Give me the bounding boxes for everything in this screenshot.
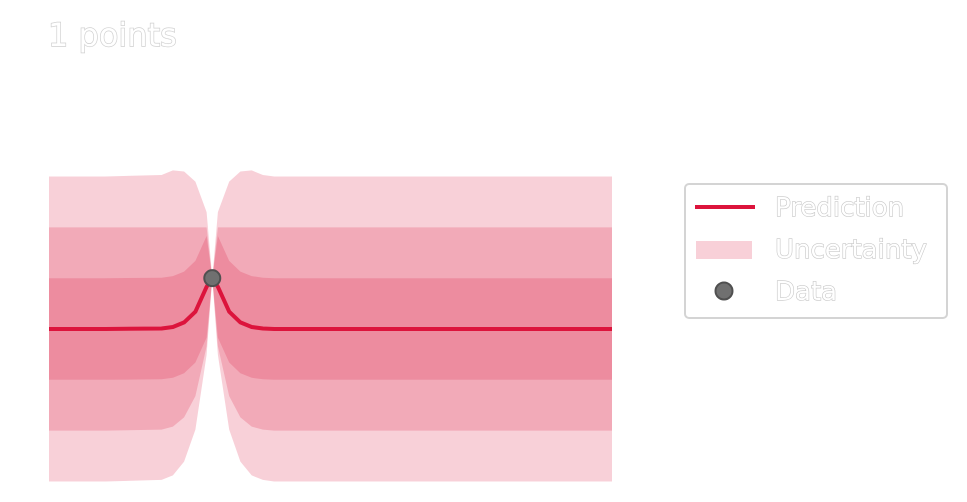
- plot-area: [49, 170, 612, 482]
- legend-uncertainty-label: Uncertainty: [775, 235, 927, 265]
- legend-prediction-label: Prediction: [775, 193, 904, 223]
- legend-data-label: Data: [775, 277, 837, 307]
- legend-data-marker: [714, 281, 734, 301]
- data-point: [203, 269, 222, 288]
- gp-chart: 1 points Prediction Uncertainty Data: [47, 15, 948, 482]
- legend-uncertainty-swatch: [696, 241, 752, 259]
- legend: Prediction Uncertainty Data: [684, 183, 948, 319]
- chart-title: 1 points: [48, 16, 177, 54]
